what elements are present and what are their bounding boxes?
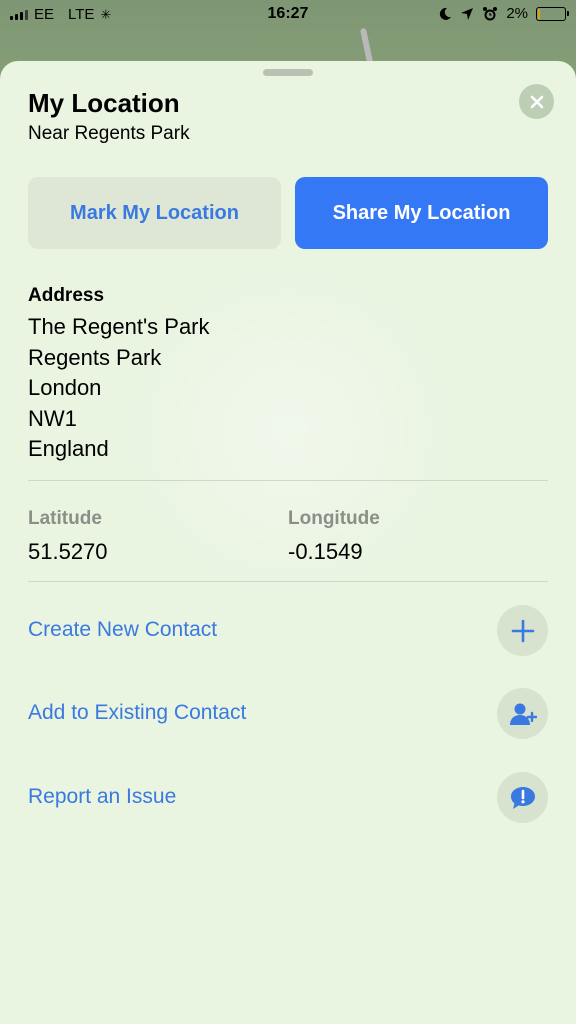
battery-icon [536,6,569,21]
sheet-grabber[interactable] [263,69,313,76]
close-icon [530,95,543,108]
divider [28,480,548,481]
share-location-button[interactable]: Share My Location [295,177,548,249]
address-line: The Regent's Park [28,314,210,339]
moon-icon [440,7,452,20]
add-person-icon [509,703,537,725]
status-bar: EE LTE ✳ 16:27 2% [0,0,576,30]
report-issue-button[interactable] [497,772,548,823]
address-line: London [28,375,102,400]
divider [28,581,548,582]
battery-percentage: 2% [506,5,528,22]
battery-level [538,8,540,19]
create-new-contact-button[interactable] [497,605,548,656]
report-bubble-icon [510,786,535,809]
longitude-label: Longitude [288,508,380,529]
address-label: Address [28,285,105,306]
address-block[interactable]: The Regent's Park Regents Park London NW… [28,312,210,465]
report-issue-link[interactable]: Report an Issue [28,785,176,809]
location-sheet: My Location Near Regents Park Mark My Lo… [0,61,576,1024]
latitude-label: Latitude [28,508,102,529]
create-new-contact-link[interactable]: Create New Contact [28,618,217,642]
sheet-title: My Location [28,88,180,118]
plus-icon [511,619,534,642]
sheet-subtitle: Near Regents Park [28,123,190,144]
close-button[interactable] [519,84,554,119]
location-arrow-icon [461,7,474,20]
add-to-existing-contact-button[interactable] [497,688,548,739]
address-line: NW1 [28,405,77,431]
address-line: Regents Park [28,344,162,370]
status-right: 2% [438,5,569,22]
alarm-icon [483,6,498,20]
mark-location-button[interactable]: Mark My Location [28,177,281,249]
longitude-value[interactable]: -0.1549 [288,539,363,565]
latitude-value[interactable]: 51.5270 [28,539,108,565]
address-line: England [28,436,109,461]
add-to-existing-contact-link[interactable]: Add to Existing Contact [28,701,246,725]
